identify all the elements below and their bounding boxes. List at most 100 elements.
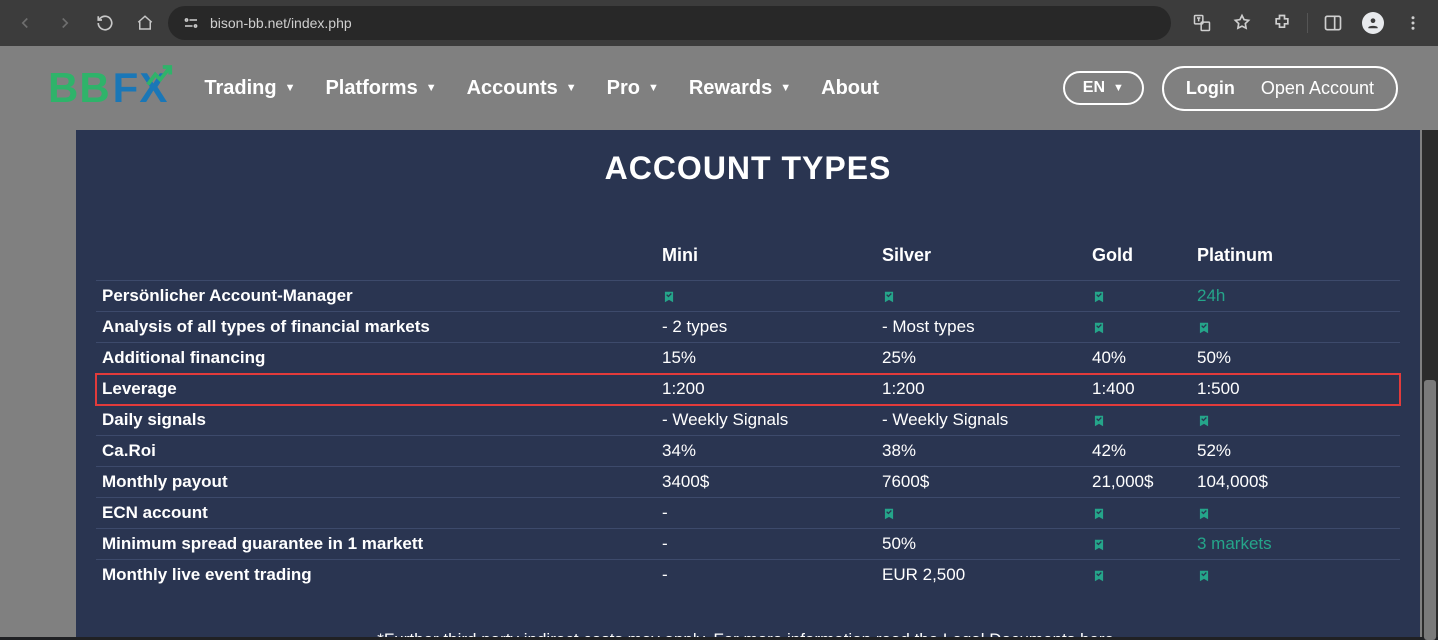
cell: - Weekly Signals bbox=[876, 405, 1086, 436]
cell: 42% bbox=[1086, 436, 1191, 467]
cell: - 2 types bbox=[656, 312, 876, 343]
page-gutter-left bbox=[0, 130, 76, 637]
page-title: ACCOUNT TYPES bbox=[76, 150, 1420, 187]
cell: 15% bbox=[656, 343, 876, 374]
nav-label: Accounts bbox=[467, 77, 558, 100]
cell: - Weekly Signals bbox=[656, 405, 876, 436]
profile-icon[interactable] bbox=[1356, 6, 1390, 40]
cell: 104,000$ bbox=[1191, 467, 1400, 498]
scrollbar-thumb[interactable] bbox=[1424, 380, 1436, 640]
nav-item-platforms[interactable]: Platforms ▼ bbox=[325, 77, 436, 100]
browser-right-controls bbox=[1185, 6, 1430, 40]
separator bbox=[1307, 13, 1308, 33]
row-label: ECN account bbox=[96, 498, 656, 529]
cell: EUR 2,500 bbox=[876, 560, 1086, 591]
chevron-down-icon: ▼ bbox=[285, 82, 296, 94]
nav-item-accounts[interactable]: Accounts ▼ bbox=[467, 77, 577, 100]
site-header: BB FX Trading▼Platforms▼Accounts▼Pro▼Rew… bbox=[0, 46, 1438, 130]
nav-item-about[interactable]: About bbox=[821, 77, 879, 100]
column-header-gold: Gold bbox=[1086, 237, 1191, 281]
kebab-menu-icon[interactable] bbox=[1396, 6, 1430, 40]
auth-buttons: Login Open Account bbox=[1162, 66, 1398, 111]
chevron-down-icon: ▼ bbox=[1113, 82, 1124, 94]
cell: - bbox=[656, 560, 876, 591]
open-account-button[interactable]: Open Account bbox=[1261, 78, 1374, 99]
cell: 1:200 bbox=[656, 374, 876, 405]
extensions-icon[interactable] bbox=[1265, 6, 1299, 40]
nav-label: About bbox=[821, 77, 879, 100]
check-icon bbox=[1092, 412, 1106, 429]
cell bbox=[1086, 312, 1191, 343]
table-row: Analysis of all types of financial marke… bbox=[96, 312, 1400, 343]
cell bbox=[1191, 498, 1400, 529]
table-row: Daily signals- Weekly Signals- Weekly Si… bbox=[96, 405, 1400, 436]
table-row: Monthly live event trading-EUR 2,500 bbox=[96, 560, 1400, 591]
check-icon bbox=[1092, 567, 1106, 584]
site-settings-icon[interactable] bbox=[182, 14, 200, 32]
cell bbox=[1086, 529, 1191, 560]
chevron-down-icon: ▼ bbox=[648, 82, 659, 94]
cell bbox=[1086, 281, 1191, 312]
logo-bb: BB bbox=[48, 64, 111, 112]
cell: 52% bbox=[1191, 436, 1400, 467]
row-label: Persönlicher Account-Manager bbox=[96, 281, 656, 312]
chevron-down-icon: ▼ bbox=[780, 82, 791, 94]
cell bbox=[1191, 312, 1400, 343]
nav-item-trading[interactable]: Trading▼ bbox=[204, 77, 295, 100]
check-icon bbox=[1197, 412, 1211, 429]
cell: - bbox=[656, 498, 876, 529]
cell: 1:200 bbox=[876, 374, 1086, 405]
cell bbox=[876, 498, 1086, 529]
account-types-table: MiniSilverGoldPlatinum Persönlicher Acco… bbox=[96, 237, 1400, 590]
check-icon bbox=[1197, 505, 1211, 522]
column-header-platinum: Platinum bbox=[1191, 237, 1400, 281]
check-icon bbox=[1197, 319, 1211, 336]
page-gutter-right bbox=[1420, 130, 1438, 637]
table-row: Ca.Roi34%38%42%52% bbox=[96, 436, 1400, 467]
cell bbox=[1191, 405, 1400, 436]
cell: 40% bbox=[1086, 343, 1191, 374]
login-button[interactable]: Login bbox=[1186, 78, 1235, 99]
home-button[interactable] bbox=[128, 6, 162, 40]
legal-documents-link[interactable]: here. bbox=[1080, 630, 1119, 637]
browser-toolbar: bison-bb.net/index.php bbox=[0, 0, 1438, 46]
nav-label: Platforms bbox=[325, 77, 417, 100]
row-label: Leverage bbox=[96, 374, 656, 405]
logo-fx: FX bbox=[113, 64, 169, 112]
cell: 34% bbox=[656, 436, 876, 467]
cell: - bbox=[656, 529, 876, 560]
nav-item-rewards[interactable]: Rewards▼ bbox=[689, 77, 791, 100]
row-label: Analysis of all types of financial marke… bbox=[96, 312, 656, 343]
footnote: *Further third party indirect costs may … bbox=[76, 630, 1420, 637]
nav-item-pro[interactable]: Pro▼ bbox=[607, 77, 659, 100]
table-row: Minimum spread guarantee in 1 markett-50… bbox=[96, 529, 1400, 560]
translate-icon[interactable] bbox=[1185, 6, 1219, 40]
forward-button[interactable] bbox=[48, 6, 82, 40]
side-panel-icon[interactable] bbox=[1316, 6, 1350, 40]
cell: 38% bbox=[876, 436, 1086, 467]
main-nav: Trading▼Platforms▼Accounts▼Pro▼Rewards▼A… bbox=[204, 77, 879, 100]
cell bbox=[656, 281, 876, 312]
row-label: Daily signals bbox=[96, 405, 656, 436]
cell bbox=[876, 281, 1086, 312]
chevron-down-icon: ▼ bbox=[566, 82, 577, 94]
page-content: ACCOUNT TYPES MiniSilverGoldPlatinum Per… bbox=[76, 130, 1420, 637]
table-row: Additional financing15%25%40%50% bbox=[96, 343, 1400, 374]
language-selector[interactable]: EN ▼ bbox=[1063, 71, 1144, 105]
site-logo[interactable]: BB FX bbox=[48, 64, 168, 112]
chevron-down-icon: ▼ bbox=[426, 82, 437, 94]
back-button[interactable] bbox=[8, 6, 42, 40]
row-label: Monthly payout bbox=[96, 467, 656, 498]
bookmark-star-icon[interactable] bbox=[1225, 6, 1259, 40]
check-icon bbox=[1197, 567, 1211, 584]
table-row: Persönlicher Account-Manager 24h bbox=[96, 281, 1400, 312]
cell: 24h bbox=[1191, 281, 1400, 312]
window-scrollbar[interactable] bbox=[1422, 130, 1438, 637]
cell: 3 markets bbox=[1191, 529, 1400, 560]
address-bar[interactable]: bison-bb.net/index.php bbox=[168, 6, 1171, 40]
column-header-silver: Silver bbox=[876, 237, 1086, 281]
cell: 1:500 bbox=[1191, 374, 1400, 405]
cell: 25% bbox=[876, 343, 1086, 374]
reload-button[interactable] bbox=[88, 6, 122, 40]
row-label: Ca.Roi bbox=[96, 436, 656, 467]
